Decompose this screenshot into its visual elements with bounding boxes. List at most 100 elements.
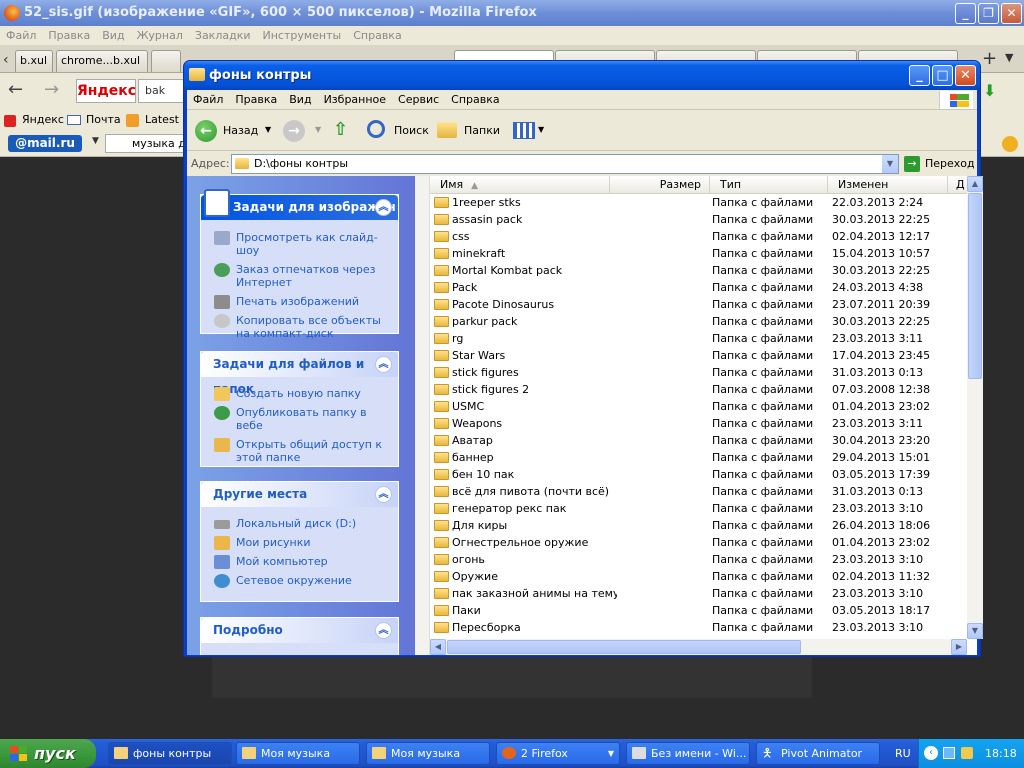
taskbar-item-firefox[interactable]: 2 Firefox ▼ (496, 742, 620, 765)
taskbar-item-music-2[interactable]: Моя музыка (366, 742, 490, 765)
task-new-folder[interactable]: Создать новую папку (201, 384, 398, 403)
mailru-logo[interactable]: @mail.ru (8, 135, 82, 152)
tab-3[interactable] (151, 50, 181, 72)
mailru-dropdown-icon[interactable]: ▼ (92, 136, 99, 146)
file-row[interactable]: USMC Папка с файлами 01.04.2013 23:02 (430, 398, 967, 415)
file-row[interactable]: parkur pack Папка с файлами 30.03.2013 22:… (430, 313, 967, 330)
col-size[interactable]: Размер (610, 176, 710, 194)
yandex-search-engine[interactable]: Яндекс (76, 79, 136, 103)
address-input[interactable]: D:\фоны контры ▼ (231, 154, 899, 174)
mailru-search-input[interactable]: музыка д (105, 134, 185, 153)
collapse-chevron-icon[interactable]: ︽ (375, 486, 392, 503)
search-button[interactable]: Поиск (394, 124, 429, 137)
firefox-minimize-button[interactable]: _ (955, 3, 976, 24)
scroll-right-icon[interactable]: ▶ (951, 639, 967, 655)
firefox-maximize-button[interactable]: ❐ (978, 3, 999, 24)
menu-help[interactable]: Справка (445, 90, 505, 110)
task-publish-web[interactable]: Опубликовать папку в вебе (201, 403, 398, 435)
explorer-close-button[interactable]: ✕ (955, 65, 976, 86)
ff-menu-file[interactable]: Файл (0, 26, 42, 45)
tray-expand-icon[interactable]: ‹ (924, 746, 938, 760)
forward-arrow-icon[interactable]: → (283, 120, 305, 142)
scroll-up-icon[interactable]: ▲ (967, 176, 983, 192)
task-print-images[interactable]: Печать изображений (201, 292, 398, 311)
col-name[interactable]: Имя ▲ (430, 176, 610, 194)
go-button[interactable]: Переход (925, 157, 975, 170)
left-scroll-strip[interactable] (415, 176, 430, 655)
place-my-pictures[interactable]: Мои рисунки (201, 533, 398, 552)
file-row[interactable]: генератор рекс пак Папка с файлами 23.03.2… (430, 500, 967, 517)
download-icon[interactable]: ⬇ (983, 81, 996, 100)
horizontal-scroll-thumb[interactable] (447, 640, 801, 654)
menu-view[interactable]: Вид (283, 90, 317, 110)
file-row[interactable]: css Папка с файлами 02.04.2013 12:17 (430, 228, 967, 245)
file-row[interactable]: Pack Папка с файлами 24.03.2013 4:38 (430, 279, 967, 296)
taskbar-item-explorer[interactable]: фоны контры (108, 742, 232, 765)
up-folder-icon[interactable]: ⇧ (333, 119, 353, 143)
ff-menu-history[interactable]: Журнал (131, 26, 189, 45)
ff-menu-help[interactable]: Справка (347, 26, 407, 45)
back-dropdown-icon[interactable]: ▼ (265, 125, 271, 134)
task-share-folder[interactable]: Открыть общий доступ к этой папке (201, 435, 398, 467)
ff-back-icon[interactable]: ← (8, 79, 23, 100)
file-row[interactable]: 1reeper stks Папка с файлами 22.03.2013 2:… (430, 194, 967, 211)
ff-menu-tools[interactable]: Инструменты (257, 26, 348, 45)
file-row[interactable]: Pacote Dinosaurus Папка с файлами 23.07.20… (430, 296, 967, 313)
file-tasks-header[interactable]: Задачи для файлов и папок ︽ (201, 352, 398, 396)
menu-favorites[interactable]: Избранное (318, 90, 392, 110)
details-header[interactable]: Подробно ︽ (201, 618, 398, 643)
collapse-chevron-icon[interactable]: ︽ (375, 356, 392, 373)
menu-tools[interactable]: Сервис (392, 90, 445, 110)
place-my-computer[interactable]: Мой компьютер (201, 552, 398, 571)
back-arrow-icon[interactable]: ← (195, 120, 217, 142)
folders-icon[interactable] (437, 122, 457, 138)
file-row[interactable]: Пересборка Папка с файлами 23.03.2013 3:10 (430, 619, 967, 636)
file-row[interactable]: баннер Папка с файлами 29.04.2013 15:01 (430, 449, 967, 466)
ff-menu-edit[interactable]: Правка (42, 26, 96, 45)
forward-dropdown-icon[interactable]: ▼ (315, 125, 321, 134)
tab-xul[interactable]: b.xul (15, 50, 53, 72)
file-row[interactable]: Огнестрельное оружие Папка с файлами 01.04… (430, 534, 967, 551)
file-row[interactable]: Для киры Папка с файлами 26.04.2013 18:06 (430, 517, 967, 534)
views-dropdown-icon[interactable]: ▼ (538, 125, 544, 134)
taskbar-item-paint[interactable]: Без имени - Wi... (626, 742, 750, 765)
col-type[interactable]: Тип (710, 176, 828, 194)
collapse-chevron-icon[interactable]: ︽ (375, 622, 392, 639)
start-button[interactable]: пуск (0, 739, 96, 768)
col-modified[interactable]: Изменен (828, 176, 948, 194)
firefox-close-button[interactable]: ✕ (1001, 3, 1022, 24)
ff-forward-icon[interactable]: → (44, 79, 59, 100)
tab-list-icon[interactable]: ▼ (1005, 51, 1013, 64)
horizontal-scrollbar[interactable]: ◀ ▶ (430, 639, 967, 655)
file-row[interactable]: Mortal Kombat pack Папка с файлами 30.03.2… (430, 262, 967, 279)
folders-button[interactable]: Папки (464, 124, 500, 137)
menu-file[interactable]: Файл (187, 90, 229, 110)
task-slideshow[interactable]: Просмотреть как слайд-шоу (201, 228, 398, 260)
col-extra[interactable]: Д (948, 176, 967, 194)
address-dropdown-icon[interactable]: ▼ (882, 155, 898, 173)
file-row[interactable]: assasin pack Папка с файлами 30.03.2013 22… (430, 211, 967, 228)
collapse-chevron-icon[interactable]: ︽ (375, 199, 392, 216)
file-row[interactable]: огонь Папка с файлами 23.03.2013 3:10 (430, 551, 967, 568)
ff-menu-view[interactable]: Вид (96, 26, 130, 45)
file-row[interactable]: всё для пивота (почти всё) Папка с файлам… (430, 483, 967, 500)
file-row[interactable]: Паки Папка с файлами 03.05.2013 18:17 (430, 602, 967, 619)
other-places-header[interactable]: Другие места ︽ (201, 482, 398, 507)
image-tasks-header[interactable]: Задачи для изображен ︽ (201, 189, 398, 220)
settings-gear-icon[interactable] (1002, 136, 1018, 152)
tabs-scroll-left-icon[interactable]: ‹ (3, 52, 9, 68)
ff-address-bar[interactable]: bak (138, 79, 188, 103)
network-tray-icon[interactable] (943, 747, 955, 759)
ff-menu-bookmarks[interactable]: Закладки (189, 26, 257, 45)
file-row[interactable]: Оружие Папка с файлами 02.04.2013 11:32 (430, 568, 967, 585)
file-row[interactable]: stick figures Папка с файлами 31.03.2013 0… (430, 364, 967, 381)
search-icon[interactable] (367, 120, 385, 138)
tab-chrome-xul[interactable]: chrome...b.xul (56, 50, 148, 72)
taskbar-item-pivot[interactable]: 🯅 Pivot Animator (756, 742, 880, 765)
language-indicator[interactable]: RU (895, 747, 911, 760)
file-row[interactable]: Star Wars Папка с файлами 17.04.2013 23:45 (430, 347, 967, 364)
place-network[interactable]: Сетевое окружение (201, 571, 398, 590)
menu-edit[interactable]: Правка (229, 90, 283, 110)
place-local-disk[interactable]: Локальный диск (D:) (201, 514, 398, 533)
file-row[interactable]: бен 10 пак Папка с файлами 03.05.2013 17:3… (430, 466, 967, 483)
